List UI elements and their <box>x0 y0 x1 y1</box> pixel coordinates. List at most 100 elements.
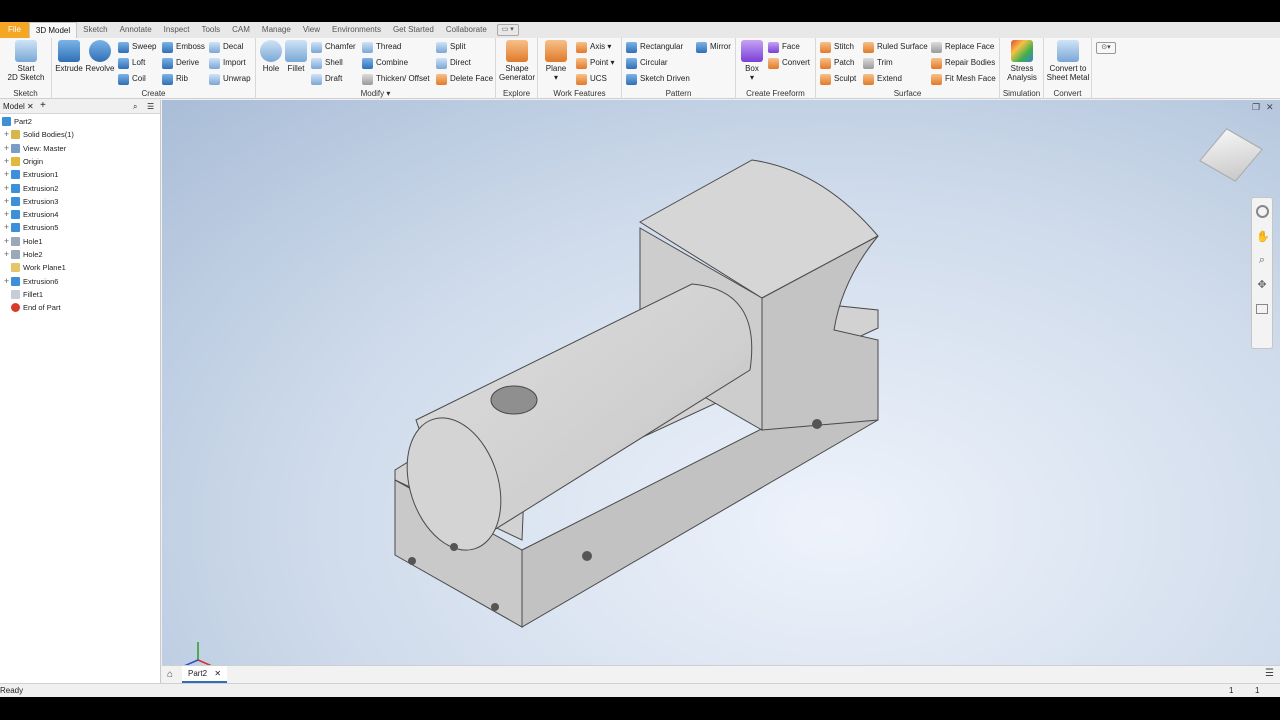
window-restore-icon[interactable]: ❐ <box>1252 102 1260 113</box>
sketch-driven-pattern-button[interactable]: Sketch Driven <box>626 72 690 86</box>
expand-icon[interactable]: + <box>2 155 11 168</box>
shape-generator-button[interactable]: Shape Generator <box>499 40 535 82</box>
emboss-button[interactable]: Emboss <box>162 40 205 54</box>
look-at-icon[interactable] <box>1256 304 1268 314</box>
hole-button[interactable]: Hole <box>259 40 283 73</box>
trim-button[interactable]: Trim <box>863 56 893 70</box>
pan-icon[interactable]: ✋ <box>1256 230 1270 244</box>
browser-title[interactable]: Model <box>3 102 25 111</box>
patch-button[interactable]: Patch <box>820 56 854 70</box>
tree-item-extrusion4[interactable]: + Extrusion4 <box>2 208 58 221</box>
expand-icon[interactable]: + <box>2 168 11 181</box>
expand-icon[interactable]: + <box>2 275 11 288</box>
fit-mesh-face-button[interactable]: Fit Mesh Face <box>931 72 996 86</box>
tree-item-extrusion5[interactable]: + Extrusion5 <box>2 221 58 234</box>
start-2d-sketch-button[interactable]: Start 2D Sketch <box>6 40 46 82</box>
sweep-button[interactable]: Sweep <box>118 40 156 54</box>
tree-item-part2[interactable]: Part2 <box>2 115 32 128</box>
convert-button[interactable]: Convert <box>768 56 810 70</box>
draft-button[interactable]: Draft <box>311 72 342 86</box>
graphics-viewport[interactable]: ❐ ✕ ✋ ⌕ ✥ <box>162 100 1280 665</box>
stitch-button[interactable]: Stitch <box>820 40 854 54</box>
ruled-surface-button[interactable]: Ruled Surface <box>863 40 928 54</box>
tab-view[interactable]: View <box>297 22 326 38</box>
expand-icon[interactable]: + <box>2 142 11 155</box>
menu-icon[interactable]: ☰ <box>147 102 154 111</box>
expand-icon[interactable]: + <box>2 221 11 234</box>
orbit-icon[interactable]: ✥ <box>1256 278 1268 292</box>
coil-button[interactable]: Coil <box>118 72 146 86</box>
expand-icon[interactable]: + <box>2 195 11 208</box>
tree-item-extrusion2[interactable]: + Extrusion2 <box>2 182 58 195</box>
tree-item-hole1[interactable]: + Hole1 <box>2 235 43 248</box>
tab-manage[interactable]: Manage <box>256 22 297 38</box>
tree-item-extrusion1[interactable]: + Extrusion1 <box>2 168 58 181</box>
menu-icon[interactable]: ☰ <box>1265 668 1274 679</box>
tree-item-extrusion6[interactable]: + Extrusion6 <box>2 275 58 288</box>
direct-button[interactable]: Direct <box>436 56 471 70</box>
mirror-button[interactable]: Mirror <box>696 40 731 54</box>
delete-face-button[interactable]: Delete Face <box>436 72 493 86</box>
expand-icon[interactable]: + <box>2 128 11 141</box>
tree-item-extrusion3[interactable]: + Extrusion3 <box>2 195 58 208</box>
convert-to-sheet-metal-button[interactable]: Convert to Sheet Metal <box>1045 40 1091 82</box>
tab-annotate[interactable]: Annotate <box>114 22 158 38</box>
tab-environments[interactable]: Environments <box>326 22 387 38</box>
circular-pattern-button[interactable]: Circular <box>626 56 668 70</box>
split-button[interactable]: Split <box>436 40 466 54</box>
chamfer-button[interactable]: Chamfer <box>311 40 356 54</box>
point-button[interactable]: Point ▾ <box>576 56 614 70</box>
combine-button[interactable]: Combine <box>362 56 408 70</box>
axis-button[interactable]: Axis ▾ <box>576 40 611 54</box>
box-button[interactable]: Box ▾ <box>740 40 764 82</box>
revolve-button[interactable]: Revolve <box>85 40 115 73</box>
close-icon[interactable]: ✕ <box>1266 102 1274 113</box>
loft-button[interactable]: Loft <box>118 56 145 70</box>
import-button[interactable]: Import <box>209 56 246 70</box>
zoom-icon[interactable]: ⌕ <box>1256 254 1268 268</box>
thicken-offset-button[interactable]: Thicken/ Offset <box>362 72 430 86</box>
steering-wheel-icon[interactable] <box>1255 205 1269 218</box>
unwrap-button[interactable]: Unwrap <box>209 72 251 86</box>
document-tab-part2[interactable]: Part2 ✕ <box>182 666 228 683</box>
sculpt-button[interactable]: Sculpt <box>820 72 856 86</box>
add-tab-icon[interactable]: + <box>40 100 46 111</box>
expand-icon[interactable]: + <box>2 248 11 261</box>
tab-3d-model[interactable]: 3D Model <box>28 22 78 38</box>
expand-icon[interactable]: + <box>2 208 11 221</box>
shell-button[interactable]: Shell <box>311 56 343 70</box>
search-icon[interactable]: ⌕ <box>133 102 137 112</box>
expand-icon[interactable]: + <box>2 182 11 195</box>
extrude-button[interactable]: Extrude <box>55 40 83 73</box>
close-icon[interactable]: ✕ <box>214 669 221 678</box>
customize-ribbon-button[interactable]: ⊙▾ <box>1096 42 1116 54</box>
stress-analysis-button[interactable]: Stress Analysis <box>1002 40 1042 82</box>
tree-item-hole2[interactable]: + Hole2 <box>2 248 43 261</box>
replace-face-button[interactable]: Replace Face <box>931 40 994 54</box>
extend-button[interactable]: Extend <box>863 72 902 86</box>
face-button[interactable]: Face <box>768 40 800 54</box>
decal-button[interactable]: Decal <box>209 40 243 54</box>
tab-collaborate[interactable]: Collaborate <box>440 22 493 38</box>
expand-icon[interactable]: + <box>2 235 11 248</box>
rectangular-pattern-button[interactable]: Rectangular <box>626 40 683 54</box>
tab-get-started[interactable]: Get Started <box>387 22 440 38</box>
tab-cam[interactable]: CAM <box>226 22 256 38</box>
ribbon-display-dropdown[interactable]: ▭ ▾ <box>496 24 519 36</box>
tree-item-fillet1[interactable]: Fillet1 <box>2 288 43 301</box>
tree-item-solid-bodies[interactable]: + Solid Bodies(1) <box>2 128 74 141</box>
ucs-button[interactable]: UCS <box>576 72 607 86</box>
tree-item-work-plane1[interactable]: Work Plane1 <box>2 261 66 274</box>
tab-sketch[interactable]: Sketch <box>77 22 113 38</box>
repair-bodies-button[interactable]: Repair Bodies <box>931 56 995 70</box>
close-icon[interactable]: ✕ <box>27 102 34 111</box>
group-label-modify[interactable]: Modify ▾ <box>256 89 495 98</box>
home-icon[interactable]: ⌂ <box>167 669 173 680</box>
tree-item-view-master[interactable]: + View: Master <box>2 142 66 155</box>
tab-file[interactable]: File <box>0 22 29 38</box>
tree-item-origin[interactable]: + Origin <box>2 155 43 168</box>
fillet-button[interactable]: Fillet <box>284 40 308 73</box>
thread-button[interactable]: Thread <box>362 40 401 54</box>
derive-button[interactable]: Derive <box>162 56 199 70</box>
tab-inspect[interactable]: Inspect <box>158 22 196 38</box>
